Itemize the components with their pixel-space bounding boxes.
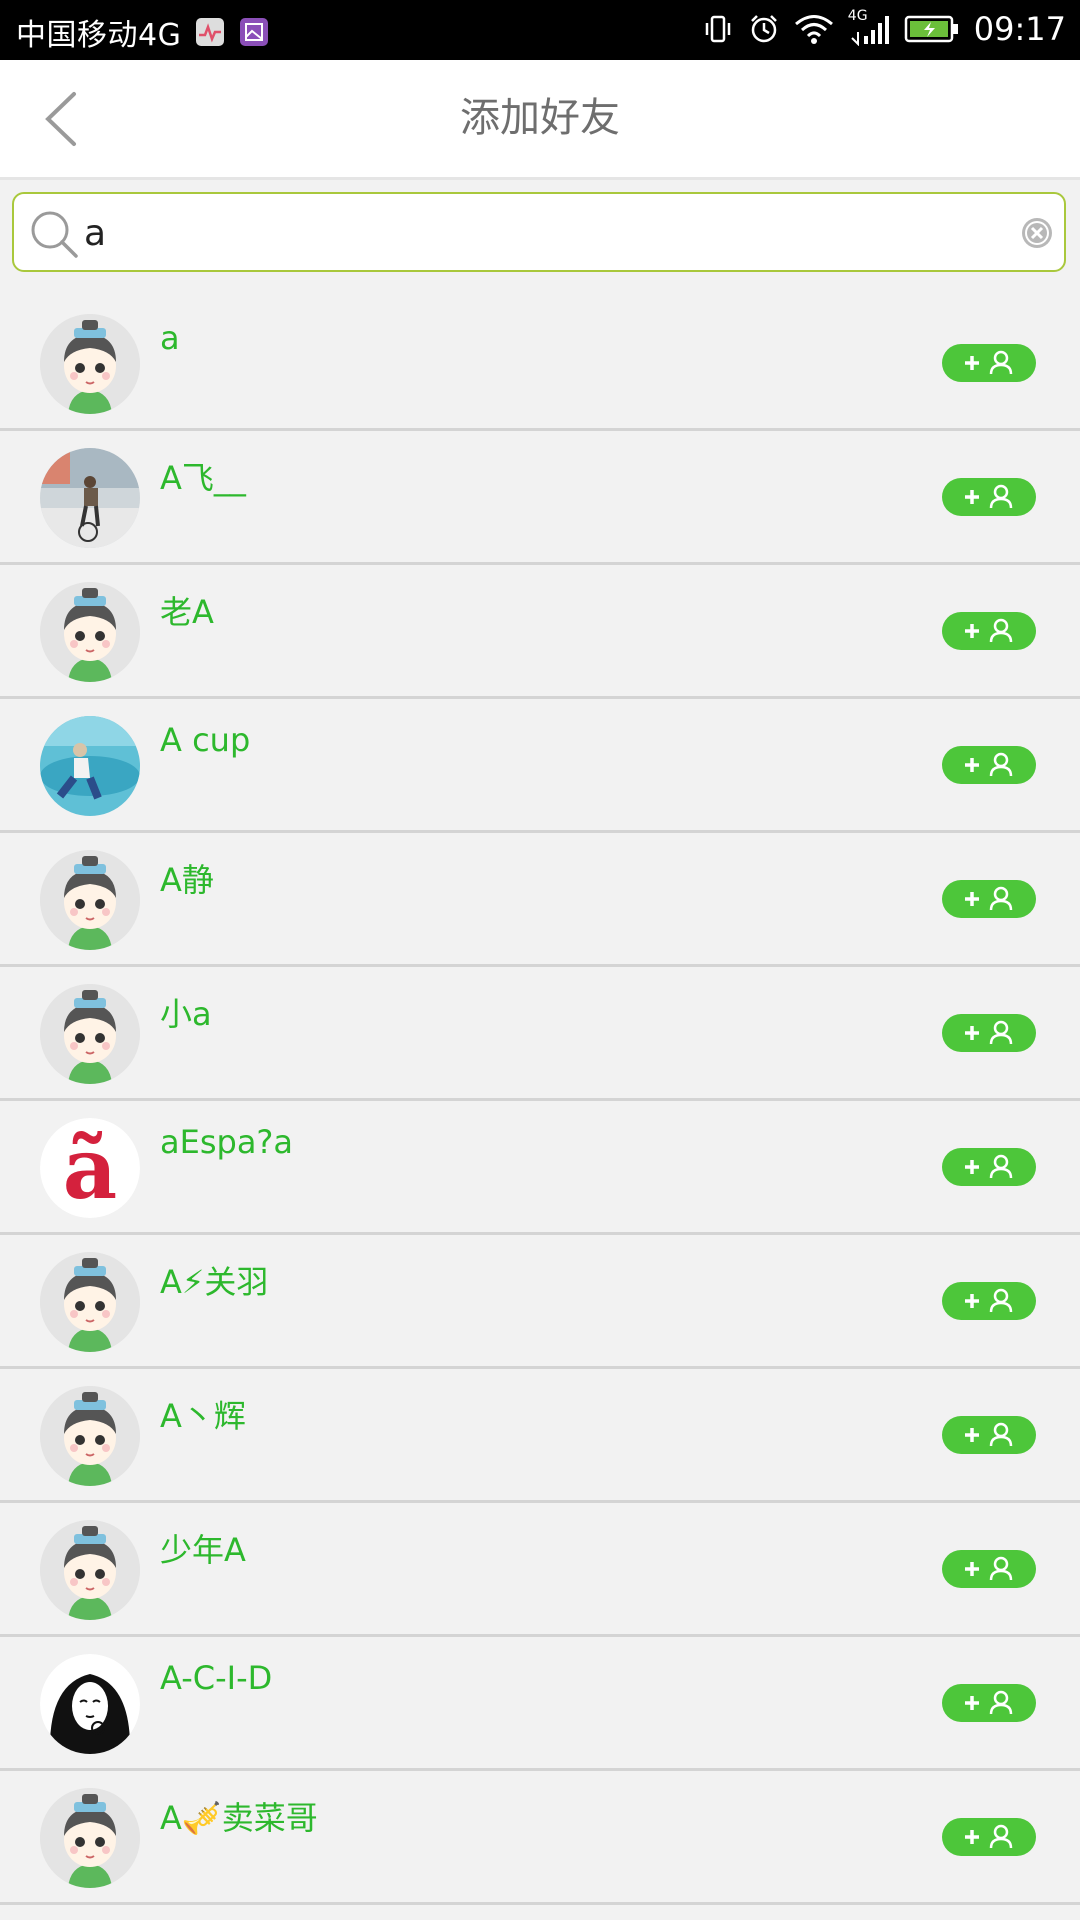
list-item[interactable]: A-C-I-D: [0, 1637, 1080, 1771]
friend-name: A飞__: [160, 459, 246, 497]
cartoon-avatar-icon: [40, 850, 140, 950]
friend-name: 小a: [160, 995, 212, 1033]
add-user-icon: [965, 1020, 1013, 1045]
list-item[interactable]: ã aEspa?a: [0, 1101, 1080, 1235]
avatar[interactable]: [40, 716, 140, 816]
friend-name: A⚡关羽: [160, 1263, 269, 1301]
friend-name: aEspa?a: [160, 1123, 294, 1161]
add-user-icon: [965, 618, 1013, 643]
photo-sea-icon: [40, 716, 140, 816]
add-user-icon: [965, 752, 1013, 777]
sketch-girl-icon: [40, 1654, 140, 1754]
avatar[interactable]: [40, 314, 140, 414]
add-user-icon: [965, 886, 1013, 911]
cartoon-avatar-icon: [40, 582, 140, 682]
cartoon-avatar-icon: [40, 1386, 140, 1486]
avatar[interactable]: [40, 1252, 140, 1352]
cartoon-avatar-icon: [40, 984, 140, 1084]
carrier-label: 中国移动4G: [16, 18, 182, 53]
list-item[interactable]: A⚡关羽: [0, 1235, 1080, 1369]
add-friend-button[interactable]: [942, 1282, 1036, 1320]
avatar[interactable]: [40, 1654, 140, 1754]
photo-cyclist-icon: [40, 448, 140, 548]
add-friend-button[interactable]: [942, 478, 1036, 516]
battery-charging-icon: [904, 14, 960, 44]
clock: 09:17: [973, 10, 1066, 48]
list-item[interactable]: A丶辉: [0, 1369, 1080, 1503]
alarm-icon: [748, 13, 780, 45]
list-item[interactable]: A静: [0, 833, 1080, 967]
add-user-icon: [965, 350, 1013, 375]
list-item[interactable]: 小a: [0, 967, 1080, 1101]
add-friend-button[interactable]: [942, 1684, 1036, 1722]
wifi-icon: [794, 13, 834, 45]
list-item[interactable]: 老A: [0, 565, 1080, 699]
add-friend-button[interactable]: [942, 1550, 1036, 1588]
avatar[interactable]: [40, 582, 140, 682]
list-item[interactable]: A cup: [0, 699, 1080, 833]
letter-a-tilde-icon: ã: [40, 1118, 140, 1218]
search-bar: [12, 192, 1066, 272]
add-friend-button[interactable]: [942, 746, 1036, 784]
search-input[interactable]: [82, 202, 986, 264]
list-item[interactable]: A🎺卖菜哥: [0, 1771, 1080, 1905]
add-user-icon: [965, 1288, 1013, 1313]
add-friend-button[interactable]: [942, 880, 1036, 918]
search-icon: [28, 208, 80, 264]
add-user-icon: [965, 484, 1013, 509]
avatar[interactable]: [40, 448, 140, 548]
network-type-label: 4G: [847, 8, 868, 24]
cartoon-avatar-icon: [40, 1252, 140, 1352]
friend-name: A🎺卖菜哥: [160, 1799, 318, 1837]
add-user-icon: [965, 1824, 1013, 1849]
cartoon-avatar-icon: [40, 1520, 140, 1620]
add-friend-button[interactable]: [942, 1148, 1036, 1186]
avatar[interactable]: [40, 850, 140, 950]
health-app-icon: [195, 17, 225, 47]
status-bar: 中国移动4G 4G 09:17: [0, 0, 1080, 60]
add-friend-button[interactable]: [942, 612, 1036, 650]
add-user-icon: [965, 1556, 1013, 1581]
friend-name: A静: [160, 861, 214, 899]
friend-name: a: [160, 319, 180, 357]
cartoon-avatar-icon: [40, 1788, 140, 1888]
avatar[interactable]: [40, 1520, 140, 1620]
avatar[interactable]: [40, 1788, 140, 1888]
list-item[interactable]: a: [0, 297, 1080, 431]
avatar[interactable]: ã: [40, 1118, 140, 1218]
friend-name: A丶辉: [160, 1397, 246, 1435]
add-user-icon: [965, 1154, 1013, 1179]
list-item[interactable]: 少年A: [0, 1503, 1080, 1637]
add-friend-button[interactable]: [942, 1818, 1036, 1856]
add-user-icon: [965, 1422, 1013, 1447]
cellular-signal-icon: 4G: [848, 8, 890, 46]
list-item[interactable]: A飞__: [0, 431, 1080, 565]
gallery-app-icon: [239, 17, 269, 47]
search-results-list: a A飞__ 老A A cup A静 小a ã aEspa?a A⚡关羽 A丶辉…: [0, 297, 1080, 1905]
avatar[interactable]: [40, 984, 140, 1084]
avatar[interactable]: [40, 1386, 140, 1486]
add-friend-button[interactable]: [942, 1014, 1036, 1052]
friend-name: 少年A: [160, 1531, 246, 1569]
friend-name: A-C-I-D: [160, 1659, 273, 1697]
add-friend-button[interactable]: [942, 1416, 1036, 1454]
svg-text:ã: ã: [63, 1119, 117, 1218]
add-friend-button[interactable]: [942, 344, 1036, 382]
friend-name: 老A: [160, 593, 214, 631]
clear-search-icon[interactable]: [1020, 216, 1054, 254]
navigation-bar: 添加好友: [0, 60, 1080, 180]
friend-name: A cup: [160, 721, 251, 759]
cartoon-avatar-icon: [40, 314, 140, 414]
vibrate-icon: [702, 13, 734, 45]
add-user-icon: [965, 1690, 1013, 1715]
page-title: 添加好友: [460, 95, 620, 141]
